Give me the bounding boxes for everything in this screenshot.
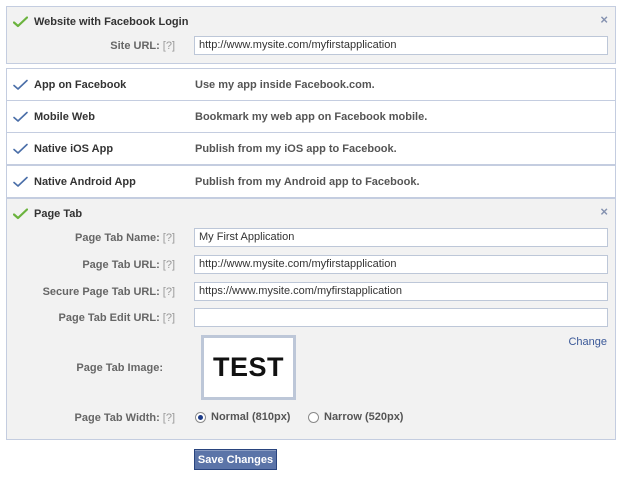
page-tab-image-label: Page Tab Image:	[76, 362, 163, 374]
close-icon[interactable]: ×	[600, 205, 608, 218]
site-url-label: Site URL: [?]	[110, 40, 175, 52]
help-link[interactable]: [?]	[163, 259, 175, 271]
page-tab-image-text: TEST	[212, 352, 284, 382]
site-url-input[interactable]: http://www.mysite.com/myfirstapplication	[194, 36, 608, 55]
close-icon[interactable]: ×	[600, 13, 608, 26]
checkmark-icon	[13, 176, 28, 188]
radio-button-selected[interactable]	[195, 411, 206, 423]
checkmark-icon	[13, 143, 28, 155]
integration-description: Publish from my iOS app to Facebook.	[195, 143, 397, 155]
help-link[interactable]: [?]	[163, 412, 175, 424]
secure-page-tab-url-input[interactable]: https://www.mysite.com/myfirstapplicatio…	[194, 282, 608, 301]
integration-native-ios[interactable]: Native iOS App Publish from my iOS app t…	[6, 132, 616, 165]
integration-description: Use my app inside Facebook.com.	[195, 79, 375, 91]
radio-label: Narrow (520px)	[324, 411, 404, 423]
panel-title: Website with Facebook Login	[34, 16, 189, 28]
website-login-panel: Website with Facebook Login × Site URL:[…	[6, 6, 616, 64]
page-tab-name-input[interactable]: My First Application	[194, 228, 608, 247]
integration-app-on-facebook[interactable]: App on Facebook Use my app inside Facebo…	[6, 68, 616, 101]
help-link[interactable]: [?]	[163, 312, 175, 324]
page-tab-panel: Page Tab × Page Tab Name: [?] My First Ap…	[6, 198, 616, 440]
secure-page-tab-url-label: Secure Page Tab URL: [?]	[42, 286, 175, 298]
integration-title: Native Android App	[34, 176, 136, 188]
page-tab-url-label: Page Tab URL: [?]	[82, 259, 175, 271]
checkmark-icon	[13, 79, 28, 91]
panel-title: Page Tab	[34, 208, 83, 220]
radio-button[interactable]	[308, 411, 319, 423]
integration-description: Bookmark my web app on Facebook mobile.	[195, 111, 428, 123]
page-tab-name-label: Page Tab Name: [?]	[74, 232, 175, 244]
integration-mobile-web[interactable]: Mobile Web Bookmark my web app on Facebo…	[6, 100, 616, 133]
integration-title: Mobile Web	[34, 111, 95, 123]
page-tab-edit-url-label: Page Tab Edit URL: [?]	[58, 312, 175, 324]
change-image-link[interactable]: Change	[568, 336, 607, 348]
integration-description: Publish from my Android app to Facebook.	[195, 176, 420, 188]
width-option-narrow[interactable]: Narrow (520px)	[308, 411, 403, 423]
page-tab-width-label: Page Tab Width: [?]	[74, 412, 175, 424]
page-tab-url-input[interactable]: http://www.mysite.com/myfirstapplication	[194, 255, 608, 274]
integration-title: App on Facebook	[34, 79, 127, 91]
checkmark-icon	[13, 208, 28, 220]
page-tab-image-preview: TEST	[201, 335, 296, 400]
help-link[interactable]: [?]	[163, 40, 175, 52]
save-changes-button[interactable]: Save Changes	[194, 449, 277, 470]
checkmark-icon	[13, 111, 28, 123]
help-link[interactable]: [?]	[163, 286, 175, 298]
page-tab-edit-url-input[interactable]	[194, 308, 608, 327]
radio-label: Normal (810px)	[211, 411, 291, 423]
checkmark-icon	[13, 16, 28, 28]
help-link[interactable]: [?]	[163, 232, 175, 244]
width-option-normal[interactable]: Normal (810px)	[195, 411, 290, 423]
integration-title: Native iOS App	[34, 143, 114, 155]
integration-native-android[interactable]: Native Android App Publish from my Andro…	[6, 165, 616, 198]
